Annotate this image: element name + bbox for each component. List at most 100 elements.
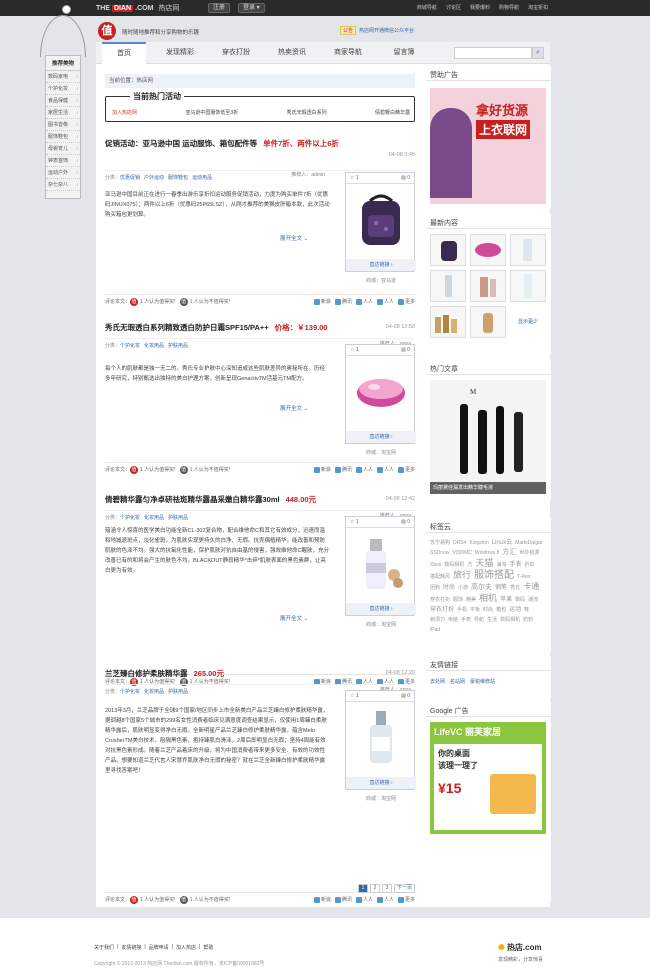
friend-link[interactable]: 名站网 [450,678,465,685]
tag-link[interactable]: 运动 [509,605,521,615]
category-link[interactable]: 户外运动 [144,175,164,181]
top-link[interactable]: 淘宝折扣 [528,3,548,13]
tag-link[interactable]: 小游 [458,583,468,593]
tag-link[interactable]: 电脑 [448,615,458,625]
category-link[interactable]: 个护化妆 [120,515,140,521]
tag-link[interactable]: 手表 [461,615,471,625]
hot-activity-link[interactable]: 秀氏无瑕透白系列 [287,109,327,116]
tag-link[interactable]: 世外桃源 [519,548,539,558]
tag-link[interactable]: 精美 [466,595,476,605]
tag-link[interactable]: 导航 [474,615,484,625]
direct-link-button[interactable]: 直达链接 › [346,431,416,443]
tag-link[interactable]: Windows 8 [475,548,499,558]
left-nav-item[interactable]: 杂七杂八 › [46,179,80,191]
vote-yes[interactable]: 值1 人认为值得买! [130,465,176,474]
hot-article-image[interactable]: M 玛丽黛佳漏发出精华睫毛液 [430,380,546,494]
sponsor-ad-banner[interactable]: 拿好货源 上衣联网 [430,88,546,204]
tag-link[interactable]: V300MC [452,548,471,558]
tag-link[interactable]: 秀氏 [510,583,520,593]
nav-fashion[interactable]: 穿衣打扮 [214,42,258,64]
tag-link[interactable]: MarleDalgar [515,538,542,548]
tag-link[interactable]: 鞋 [524,605,529,615]
tag-link[interactable]: 平板 [470,605,480,615]
top-link[interactable]: 商城导航 [417,3,437,13]
nav-merchants[interactable]: 商家导航 [326,42,370,64]
backpack-image[interactable] [354,189,408,249]
tag-link[interactable]: 高尔夫 [471,583,492,593]
share-renren[interactable]: 人人 [355,298,373,305]
tag-link[interactable]: 苏宁易购 [430,538,450,548]
share-more[interactable]: 更多 [397,298,415,305]
comment-icon[interactable]: ▤ 0 [401,173,410,183]
tag-link[interactable]: 服饰搭配 [474,571,514,581]
latest-thumb[interactable] [430,234,466,266]
category-link[interactable]: 个护化妆 [120,343,140,349]
share-more[interactable]: 更多 [397,466,415,473]
direct-link-button[interactable]: 直达链接 › [346,603,416,615]
tag-link[interactable]: Linux云 [492,538,512,548]
post-title[interactable]: 倩碧精华露匀净卓研祛斑精华露晶采嫩白精华露30ml 448.00元 [105,494,415,505]
star-icon[interactable]: ☆ 1 [350,517,359,527]
tag-link[interactable]: 相机 [479,593,497,603]
category-link[interactable]: 化妆用品 [144,689,164,695]
tag-link[interactable]: 旅行 [453,570,471,580]
direct-link-button[interactable]: 直达链接 › [346,777,416,789]
hot-activity-link[interactable]: 亚马逊中国服饰低至3折 [185,109,238,116]
tag-link[interactable]: DRS4 [453,538,466,548]
tag-link[interactable]: 奶粉 [523,615,533,625]
tag-link[interactable]: 搭配韩风 [430,572,450,582]
register-button[interactable]: 注册 [208,3,231,13]
tag-link[interactable]: 箱包 [496,605,506,615]
star-icon[interactable]: ☆ 1 [350,173,359,183]
star-icon[interactable]: ☆ 1 [350,691,359,701]
footer-link[interactable]: 友情链接 [121,944,141,951]
latest-thumb[interactable] [430,270,466,302]
nav-hot-sale[interactable]: 热卖资讯 [270,42,314,64]
latest-thumb[interactable] [430,306,466,338]
tag-link[interactable]: 剃须刀 [430,615,445,625]
post-title[interactable]: 促销活动：亚马逊中国 运动服饰、箱包配件等 单件7折、两件以上6折 [105,138,415,149]
tag-link[interactable]: 团购 [430,583,440,593]
tag-link[interactable]: 数码相机 [444,560,464,570]
tag-link[interactable]: Xbox [430,560,441,570]
hot-activity-link[interactable]: 倩碧鞭白精华露 [375,109,410,116]
share-sina[interactable]: 新浪 [313,896,331,903]
tag-link[interactable]: T-Rex [517,572,530,582]
comment-icon[interactable]: ▤ 0 [401,345,410,355]
tag-link[interactable]: 手机 [457,605,467,615]
footer-link[interactable]: 品牌申请 [149,944,169,951]
post-title[interactable]: 兰芝臻白修护柔肤精华露 265.00元 [105,668,415,679]
tag-link[interactable]: 手表 [509,560,521,570]
star-icon[interactable]: ☆ 1 [350,345,359,355]
page-link[interactable]: 3 [382,884,392,893]
show-less-link[interactable]: 显示更少 [510,306,546,338]
login-button[interactable]: 登录 ▾ [238,3,265,13]
expand-link[interactable]: 展开全文 ⌄ [280,234,308,242]
category-link[interactable]: 护肤用品 [168,689,188,695]
search-input[interactable] [454,47,532,59]
essence-bottle-image[interactable] [354,707,408,767]
vote-no[interactable]: 值1 人认为不值得买! [179,895,230,904]
tag-link[interactable]: iPad [430,625,440,635]
share-renren-2[interactable]: 人人 [376,896,394,903]
site-logo[interactable]: THE DIAN .COM 热店网 [96,3,179,13]
nav-guestbook[interactable]: 留言簿 [382,42,426,64]
left-nav-item[interactable]: 家居生活 › [46,107,80,119]
category-link[interactable]: 优惠促销 [120,175,140,181]
friend-link[interactable]: 豪锐维修站 [470,678,495,685]
latest-thumb[interactable] [510,234,546,266]
tag-link[interactable]: 数码 [515,595,525,605]
expand-link[interactable]: 展开全文 ⌄ [280,614,308,622]
vote-no[interactable]: 值1 人认为不值得买! [179,297,230,306]
vote-yes[interactable]: 值1 人认为值得买! [130,297,176,306]
tag-link[interactable]: 方汇 [502,548,516,558]
tag-link[interactable]: Kingston [469,538,488,548]
tag-link[interactable]: 穿衣打扮 [430,595,450,605]
hot-activity-link[interactable]: 加入热店网 [112,109,137,116]
category-link[interactable]: 护肤用品 [168,343,188,349]
footer-link[interactable]: 加入热店 [176,944,196,951]
serum-bottle-image[interactable] [354,533,408,593]
direct-link-button[interactable]: 直达链接 › [346,259,416,271]
vote-yes[interactable]: 值1 人认为值得买! [130,895,176,904]
google-ad-banner[interactable]: LifeVC 丽芙家居 你的桌面 该理一理了 ¥15 [430,722,546,834]
